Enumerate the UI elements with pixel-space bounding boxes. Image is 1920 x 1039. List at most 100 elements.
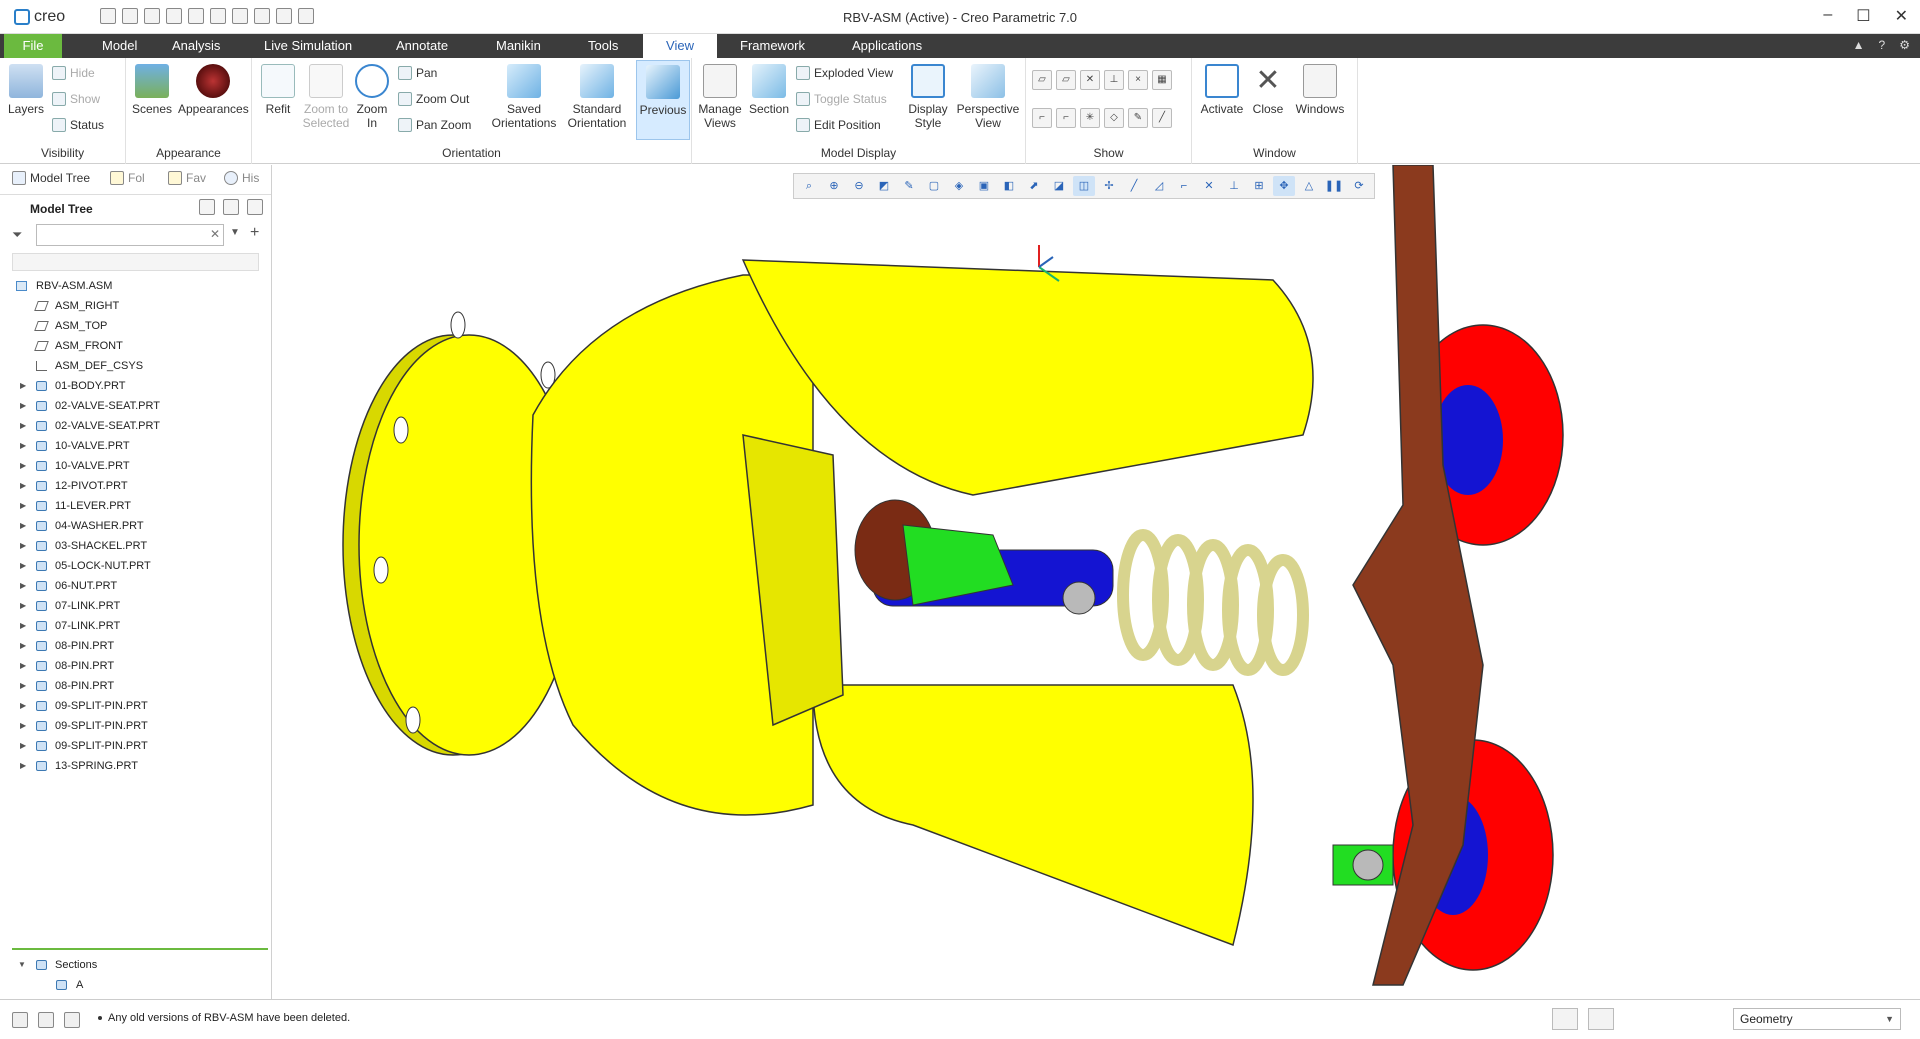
close-button[interactable]: ✕ xyxy=(1895,6,1908,26)
find-icon[interactable] xyxy=(1552,1008,1578,1030)
regenerate-icon[interactable]: ⟳ xyxy=(1348,176,1370,196)
axis-display-icon[interactable]: ✕ xyxy=(1080,70,1100,90)
point-display-icon[interactable]: × xyxy=(1128,70,1148,90)
expand-icon[interactable]: ▶ xyxy=(20,396,26,416)
tab-annotate[interactable]: Annotate xyxy=(384,34,460,58)
axis-tag-icon[interactable]: ⊥ xyxy=(1104,70,1124,90)
browser-toggle-icon[interactable] xyxy=(38,1012,54,1028)
hide-button[interactable]: Hide xyxy=(52,64,95,82)
status-button[interactable]: Status xyxy=(52,116,104,134)
tab-analysis[interactable]: Analysis xyxy=(160,34,232,58)
add-filter-icon[interactable]: + xyxy=(250,224,259,242)
tree-part[interactable]: ▶ 11-LEVER.PRT xyxy=(0,496,272,516)
help-icon[interactable]: ? xyxy=(1879,38,1886,52)
exploded-view-button[interactable]: Exploded View xyxy=(796,64,893,82)
tab-model[interactable]: Model xyxy=(90,34,149,58)
view-manager-icon[interactable]: ✎ xyxy=(898,176,920,196)
selection-buffer-icon[interactable] xyxy=(1588,1008,1614,1030)
tree-part[interactable]: ▶ 10-VALVE.PRT xyxy=(0,436,272,456)
tree-part[interactable]: ▶ 08-PIN.PRT xyxy=(0,676,272,696)
activate-button[interactable]: Activate xyxy=(1198,64,1246,116)
point-tag-icon[interactable]: ▦ xyxy=(1152,70,1172,90)
search-options-dropdown-icon[interactable]: ▼ xyxy=(230,227,240,238)
axis-display-icon[interactable]: ╱ xyxy=(1123,176,1145,196)
csys-display-icon[interactable]: ⌐ xyxy=(1173,176,1195,196)
tree-part[interactable]: ▶ 07-LINK.PRT xyxy=(0,596,272,616)
pan-button[interactable]: Pan xyxy=(398,64,437,82)
tab-framework[interactable]: Framework xyxy=(728,34,817,58)
tree-datum[interactable]: ASM_RIGHT xyxy=(0,296,272,316)
pause-icon[interactable]: ❚❚ xyxy=(1323,176,1345,196)
tab-tools[interactable]: Tools xyxy=(576,34,630,58)
tree-part[interactable]: ▶ 02-VALVE-SEAT.PRT xyxy=(0,396,272,416)
expand-icon[interactable]: ▶ xyxy=(20,736,26,756)
point-display-icon[interactable]: ◿ xyxy=(1148,176,1170,196)
datum-tag-icon[interactable]: ⊥ xyxy=(1223,176,1245,196)
spin-center-icon[interactable]: ⬈ xyxy=(1023,176,1045,196)
tab-folder-browser[interactable]: Fol xyxy=(110,171,145,185)
tree-part[interactable]: ▶ 04-WASHER.PRT xyxy=(0,516,272,536)
annotation-display-icon[interactable]: ✕ xyxy=(1198,176,1220,196)
minimize-button[interactable]: – xyxy=(1823,6,1832,26)
expand-icon[interactable]: ▶ xyxy=(20,416,26,436)
saved-orientations-button[interactable]: Saved Orientations xyxy=(486,64,562,130)
expand-icon[interactable]: ▶ xyxy=(20,756,26,776)
spin-display-icon[interactable]: ✥ xyxy=(1273,176,1295,196)
tree-datum[interactable]: ASM_FRONT xyxy=(0,336,272,356)
graphics-viewport[interactable]: ⌕ ⊕ ⊖ ◩ ✎ ▢ ◈ ▣ ◧ ⬈ ◪ ◫ ✢ ╱ ◿ ⌐ ✕ ⊥ ⊞ ✥ … xyxy=(273,165,1920,999)
collapse-ribbon-icon[interactable]: ▲ xyxy=(1853,38,1865,52)
tree-part[interactable]: ▶ 01-BODY.PRT xyxy=(0,376,272,396)
standard-orientation-button[interactable]: Standard Orientation xyxy=(564,64,630,130)
scenes-button[interactable]: Scenes xyxy=(130,64,174,116)
tree-part[interactable]: ▶ 09-SPLIT-PIN.PRT xyxy=(0,696,272,716)
annotation-icon[interactable]: △ xyxy=(1298,176,1320,196)
zoom-to-selected-button[interactable]: Zoom to Selected xyxy=(298,64,354,130)
tab-history[interactable]: His xyxy=(224,171,259,185)
tree-settings-icon[interactable] xyxy=(199,199,215,215)
expand-icon[interactable]: ▶ xyxy=(20,476,26,496)
tree-datum[interactable]: ASM_DEF_CSYS xyxy=(0,356,272,376)
pan-zoom-button[interactable]: Pan Zoom xyxy=(398,116,471,134)
zoom-in-icon[interactable]: ⊕ xyxy=(823,176,845,196)
perspective-view-button[interactable]: Perspective View xyxy=(954,64,1022,130)
point-tag-icon[interactable]: ⊞ xyxy=(1248,176,1270,196)
expand-icon[interactable]: ▶ xyxy=(20,676,26,696)
expand-icon[interactable]: ▶ xyxy=(20,716,26,736)
clear-search-icon[interactable]: ✕ xyxy=(210,227,220,241)
repaint-icon[interactable]: ◩ xyxy=(873,176,895,196)
tree-part[interactable]: ▶ 08-PIN.PRT xyxy=(0,636,272,656)
sections-node[interactable]: ▼ Sections xyxy=(0,955,272,975)
expand-icon[interactable]: ▶ xyxy=(20,436,26,456)
csys-tag-icon[interactable]: ⌐ xyxy=(1056,108,1076,128)
curve-display-icon[interactable]: ╱ xyxy=(1152,108,1172,128)
tab-model-tree[interactable]: Model Tree xyxy=(12,171,90,185)
show-button[interactable]: Show xyxy=(52,90,100,108)
tab-applications[interactable]: Applications xyxy=(840,34,934,58)
edit-position-button[interactable]: Edit Position xyxy=(796,116,881,134)
tree-part[interactable]: ▶ 05-LOCK-NUT.PRT xyxy=(0,556,272,576)
expand-icon[interactable]: ▶ xyxy=(20,616,26,636)
section-button[interactable]: Section xyxy=(746,64,792,116)
tree-part[interactable]: ▶ 06-NUT.PRT xyxy=(0,576,272,596)
tree-part[interactable]: ▶ 03-SHACKEL.PRT xyxy=(0,536,272,556)
expand-icon[interactable]: ▶ xyxy=(20,376,26,396)
spin-center-icon[interactable]: ✳ xyxy=(1080,108,1100,128)
collapse-icon[interactable]: ▼ xyxy=(18,955,26,975)
toggle-status-button[interactable]: Toggle Status xyxy=(796,90,887,108)
tree-part[interactable]: ▶ 07-LINK.PRT xyxy=(0,616,272,636)
expand-icon[interactable]: ▶ xyxy=(20,656,26,676)
expand-icon[interactable]: ▶ xyxy=(20,536,26,556)
refit-button[interactable]: Refit xyxy=(258,64,298,116)
expand-icon[interactable]: ▶ xyxy=(20,576,26,596)
close-window-button[interactable]: ✕ Close xyxy=(1248,64,1288,116)
tab-favorites[interactable]: Fav xyxy=(168,171,206,185)
tree-part[interactable]: ▶ 09-SPLIT-PIN.PRT xyxy=(0,716,272,736)
saved-orientations-icon[interactable]: ◈ xyxy=(948,176,970,196)
tree-part[interactable]: ▶ 12-PIVOT.PRT xyxy=(0,476,272,496)
previous-button[interactable]: Previous xyxy=(636,60,690,140)
tab-live-simulation[interactable]: Live Simulation xyxy=(252,34,364,58)
plane-display-icon[interactable]: ✢ xyxy=(1098,176,1120,196)
selection-filter-dropdown[interactable]: Geometry ▼ xyxy=(1733,1008,1901,1030)
settings-icon[interactable]: ⚙ xyxy=(1899,38,1910,52)
expand-icon[interactable]: ▶ xyxy=(20,556,26,576)
